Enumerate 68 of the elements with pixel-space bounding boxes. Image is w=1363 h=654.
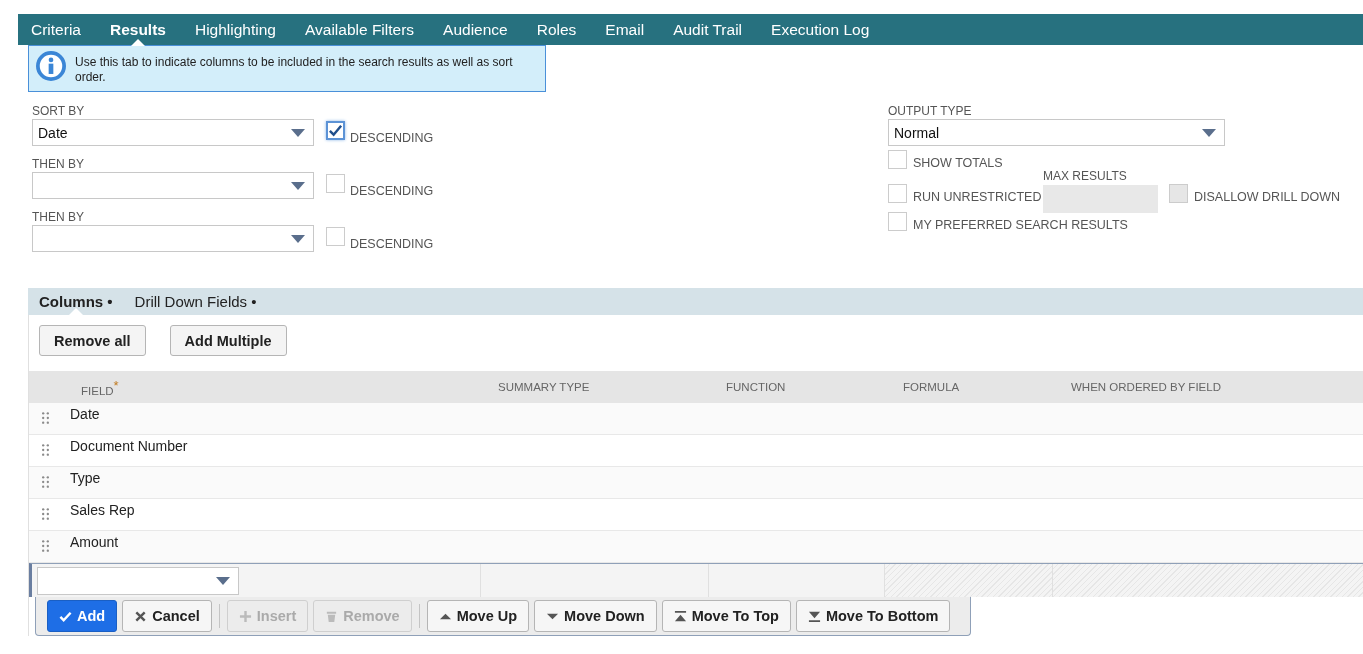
- checkbox[interactable]: [888, 212, 907, 231]
- button-icon: [807, 609, 821, 623]
- column-header: SUMMARY TYPE: [498, 381, 590, 393]
- field-label: THEN BY: [32, 210, 85, 225]
- tab[interactable]: Highlighting: [194, 14, 276, 45]
- toolbar-button[interactable]: Move Down: [534, 600, 657, 632]
- drag-handle-icon[interactable]: [42, 476, 49, 488]
- drag-handle-icon[interactable]: [42, 508, 49, 520]
- button-icon: [238, 609, 252, 623]
- info-text: Use this tab to indicate columns to be included in the search results as well as sort order.: [75, 54, 514, 85]
- checkbox[interactable]: [888, 184, 907, 203]
- tab[interactable]: Available Filters: [304, 14, 415, 45]
- column-header: WHEN ORDERED BY FIELD: [1071, 381, 1221, 393]
- toolbar-button[interactable]: Move To Bottom: [795, 600, 951, 632]
- drag-handle-icon[interactable]: [42, 412, 49, 424]
- table-cell: Document Number: [70, 438, 188, 454]
- select-field[interactable]: [37, 567, 239, 595]
- action-button[interactable]: Remove all: [39, 325, 146, 356]
- drag-handle-icon[interactable]: [42, 540, 49, 552]
- toolbar-button[interactable]: Cancel: [122, 600, 212, 632]
- tab[interactable]: Email: [605, 14, 645, 45]
- select-field[interactable]: [32, 172, 314, 199]
- checkbox[interactable]: [326, 227, 345, 246]
- drag-handle-icon[interactable]: [42, 444, 49, 456]
- caret-icon: [291, 128, 305, 137]
- column-header: FUNCTION: [726, 381, 786, 393]
- caret-icon: [291, 181, 305, 190]
- checkbox-label: RUN UNRESTRICTED: [913, 190, 1042, 204]
- column-header: FORMULA: [903, 381, 960, 393]
- checkbox-label: DISALLOW DRILL DOWN: [1194, 190, 1341, 204]
- select-field[interactable]: [32, 225, 314, 252]
- subtab[interactable]: Drill Down Fields •: [134, 288, 257, 315]
- checkbox-label: DESCENDING: [350, 183, 434, 198]
- tab[interactable]: Audience: [443, 14, 508, 45]
- checkbox-label: SHOW TOTALS: [913, 156, 1003, 170]
- button-icon: [325, 609, 339, 623]
- tab[interactable]: Criteria: [31, 14, 81, 45]
- button-icon: [673, 609, 687, 623]
- subtab[interactable]: Columns •: [39, 288, 113, 315]
- caret-icon: [1202, 128, 1216, 137]
- checkbox-label: DESCENDING: [350, 130, 434, 145]
- toolbar-button[interactable]: Add: [47, 600, 118, 632]
- checkbox[interactable]: [888, 150, 907, 169]
- caret-icon: [291, 234, 305, 243]
- field-label: SORT BY: [32, 104, 86, 119]
- tab[interactable]: Execution Log: [771, 14, 870, 45]
- field-label: THEN BY: [32, 157, 85, 172]
- table-cell: Sales Rep: [70, 502, 135, 518]
- caret-icon: [216, 577, 230, 585]
- field-label: MAX RESULTS: [1043, 169, 1128, 184]
- checkbox[interactable]: [326, 174, 345, 193]
- button-icon: [59, 609, 72, 623]
- toolbar-button[interactable]: Move To Top: [661, 600, 791, 632]
- button-icon: [134, 609, 148, 623]
- table-cell: Date: [70, 406, 100, 422]
- checkbox[interactable]: [326, 121, 345, 140]
- table-cell: Type: [70, 470, 101, 486]
- select-field[interactable]: Date: [32, 119, 314, 146]
- table-cell: Amount: [70, 534, 119, 550]
- field-label: OUTPUT TYPE: [888, 104, 973, 119]
- tab[interactable]: Roles: [536, 14, 577, 45]
- tab[interactable]: Audit Trail: [673, 14, 743, 45]
- checkbox-label: DESCENDING: [350, 236, 434, 251]
- select-field[interactable]: Normal: [888, 119, 1225, 146]
- info-icon: [36, 51, 66, 81]
- checkbox-label: MY PREFERRED SEARCH RESULTS: [913, 218, 1128, 232]
- toolbar-button[interactable]: Move Up: [426, 600, 530, 632]
- action-button[interactable]: Add Multiple: [169, 325, 287, 356]
